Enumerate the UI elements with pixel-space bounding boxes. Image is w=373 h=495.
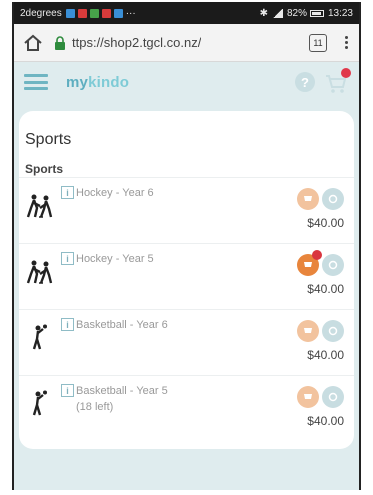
tab-switcher-button[interactable]: 11 [309, 33, 327, 52]
product-actions [297, 386, 344, 408]
address-bar[interactable]: ttps://shop2.tgcl.co.nz/ [54, 29, 299, 57]
notification-icon [113, 8, 123, 18]
product-list-card: Sports Sports i Hockey - Year 6 $40.00 i… [19, 111, 354, 449]
subsection-title: Sports [19, 155, 354, 178]
notification-icon [101, 8, 111, 18]
product-note: (18 left) [76, 401, 114, 413]
notification-icon [65, 8, 75, 18]
url-text: ttps://shop2.tgcl.co.nz/ [72, 35, 202, 50]
product-name: Hockey - Year 5 [76, 253, 154, 265]
hockey-players-icon [25, 258, 57, 286]
product-row: i Hockey - Year 6 $40.00 [19, 178, 354, 244]
add-to-cart-button[interactable] [297, 386, 319, 408]
product-name: Basketball - Year 6 [76, 319, 168, 331]
product-actions [297, 250, 344, 276]
details-button[interactable] [322, 254, 344, 276]
basketball-player-icon [25, 324, 57, 352]
hockey-players-icon [25, 192, 57, 220]
product-actions [297, 188, 344, 210]
details-button[interactable] [322, 188, 344, 210]
phone-screen: 2degrees ··· ✱ 82% 13:23 ttps://shop2.tg… [12, 2, 361, 490]
details-button[interactable] [322, 320, 344, 342]
info-icon[interactable]: i [61, 318, 74, 331]
details-button[interactable] [322, 386, 344, 408]
help-icon[interactable]: ? [295, 72, 315, 92]
battery-percent: 82% [286, 7, 307, 19]
bluetooth-icon: ✱ [259, 7, 268, 19]
home-icon[interactable] [22, 32, 44, 54]
signal-icon [272, 8, 283, 18]
add-to-cart-button[interactable] [297, 188, 319, 210]
product-actions [297, 320, 344, 342]
info-icon[interactable]: i [61, 384, 74, 397]
status-bar: 2degrees ··· ✱ 82% 13:23 [14, 2, 359, 24]
notification-icon [77, 8, 87, 18]
more-notifications-indicator: ··· [125, 7, 136, 19]
app-header: mykindo ? [14, 62, 359, 102]
info-icon[interactable]: i [61, 252, 74, 265]
browser-menu-icon[interactable] [341, 33, 351, 53]
hamburger-menu-icon[interactable] [24, 74, 48, 90]
brand-part-kindo: kindo [88, 73, 130, 91]
in-cart-badge [312, 250, 322, 260]
carrier-name: 2degrees [20, 7, 62, 19]
battery-icon [309, 9, 324, 17]
product-price: $40.00 [307, 216, 344, 230]
product-price: $40.00 [307, 348, 344, 362]
product-name: Hockey - Year 6 [76, 187, 154, 199]
notification-icon [89, 8, 99, 18]
brand-part-my: my [66, 73, 89, 91]
product-name: Basketball - Year 5 [76, 385, 168, 397]
clock: 13:23 [327, 7, 353, 19]
cart-icon[interactable] [325, 68, 351, 93]
browser-toolbar: ttps://shop2.tgcl.co.nz/ 11 [14, 24, 359, 62]
product-row: i Basketball - Year 5 (18 left) $40.00 [19, 376, 354, 442]
product-price: $40.00 [307, 414, 344, 428]
add-to-cart-button[interactable] [297, 320, 319, 342]
info-icon[interactable]: i [61, 186, 74, 199]
product-row: i Basketball - Year 6 $40.00 [19, 310, 354, 376]
add-to-cart-button[interactable] [297, 250, 322, 276]
lock-icon [54, 35, 66, 50]
basketball-player-icon [25, 390, 57, 418]
product-row: i Hockey - Year 5 $40.00 [19, 244, 354, 310]
cart-count-badge [341, 68, 351, 78]
section-title: Sports [25, 131, 72, 148]
brand-logo[interactable]: mykindo [66, 74, 129, 91]
product-price: $40.00 [307, 282, 344, 296]
